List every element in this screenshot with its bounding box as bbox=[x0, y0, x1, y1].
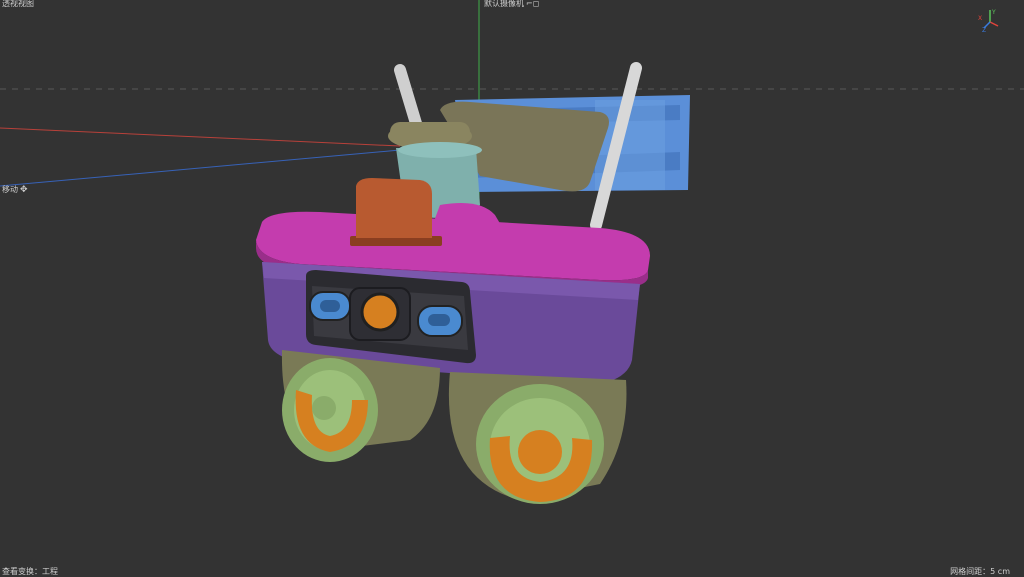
move-icon: ✥ bbox=[20, 185, 28, 195]
move-tool-label[interactable]: 移动 ✥ bbox=[2, 185, 28, 195]
move-tool-text: 移动 bbox=[2, 185, 18, 194]
dome-camera-right[interactable] bbox=[448, 372, 627, 504]
dome-camera-left[interactable] bbox=[281, 350, 440, 462]
camera-icon: ⌐◻ bbox=[526, 0, 540, 8]
x-axis-line bbox=[0, 127, 401, 147]
camera-center-lens-icon bbox=[360, 292, 400, 332]
z-axis-line bbox=[0, 149, 401, 187]
battery-box[interactable] bbox=[350, 178, 442, 246]
view-name-text: 透视视图 bbox=[2, 0, 34, 8]
3d-viewport[interactable]: 透视视图 默认摄像机 ⌐◻ 移动 ✥ Y X Z 查看变换：工程 网格间距：5 cm bbox=[0, 0, 1024, 576]
view-name-label[interactable]: 透视视图 bbox=[2, 0, 34, 9]
gizmo-y-label: Y bbox=[991, 9, 996, 16]
camera-selector[interactable]: 默认摄像机 ⌐◻ bbox=[484, 0, 539, 9]
camera-name-text: 默认摄像机 bbox=[484, 0, 524, 8]
scene-canvas[interactable] bbox=[0, 0, 1024, 576]
gizmo-x-label: X bbox=[978, 15, 982, 22]
axis-gizmo[interactable]: Y X Z bbox=[970, 8, 1010, 32]
gizmo-z-label: Z bbox=[982, 27, 986, 32]
